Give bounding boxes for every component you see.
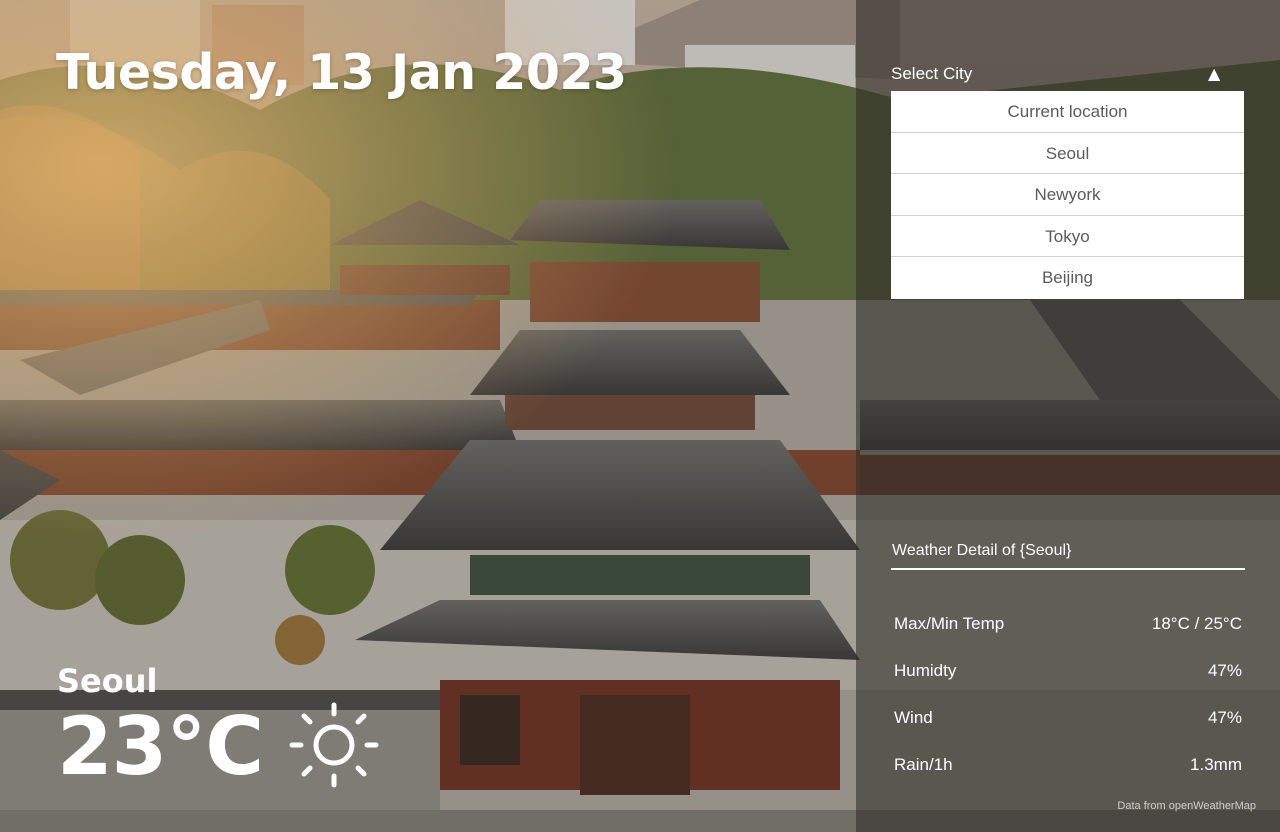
- detail-divider: [891, 568, 1245, 570]
- detail-row-humidity: Humidty 47%: [894, 647, 1242, 694]
- sun-icon: [288, 702, 380, 788]
- select-city-label: Select City: [891, 64, 973, 83]
- detail-label: Wind: [894, 707, 933, 727]
- detail-value: 47%: [1207, 707, 1242, 727]
- city-option-tokyo[interactable]: Tokyo: [891, 216, 1244, 258]
- detail-label: Max/Min Temp: [894, 613, 1005, 633]
- city-option-current-location[interactable]: Current location: [891, 91, 1244, 133]
- detail-label: Humidty: [894, 660, 957, 680]
- detail-row-wind: Wind 47%: [894, 694, 1242, 741]
- city-option-seoul[interactable]: Seoul: [891, 133, 1244, 175]
- detail-value: 1.3mm: [1190, 754, 1242, 774]
- date-heading: Tuesday, 13 Jan 2023: [56, 44, 627, 101]
- detail-row-maxmin-temp: Max/Min Temp 18°C / 25°C: [894, 600, 1242, 647]
- detail-value: 18°C / 25°C: [1151, 613, 1242, 633]
- current-temperature: 23°C: [57, 700, 264, 793]
- city-option-beijing[interactable]: Beijing: [891, 257, 1244, 299]
- weather-side-panel: Select City ▲ Current location Seoul New…: [856, 0, 1280, 832]
- current-city-name: Seoul: [57, 662, 158, 700]
- city-option-newyork[interactable]: Newyork: [891, 174, 1244, 216]
- detail-label: Rain/1h: [894, 754, 953, 774]
- data-source-credit: Data from openWeatherMap: [1117, 800, 1256, 812]
- detail-value: 47%: [1207, 660, 1242, 680]
- weather-detail-title: Weather Detail of {Seoul}: [892, 542, 1072, 559]
- detail-row-rain: Rain/1h 1.3mm: [894, 741, 1242, 788]
- weather-detail-list: Max/Min Temp 18°C / 25°C Humidty 47% Win…: [894, 600, 1242, 788]
- city-dropdown-list: Current location Seoul Newyork Tokyo Bei…: [891, 91, 1244, 299]
- dropdown-caret-icon[interactable]: ▲: [1208, 64, 1220, 83]
